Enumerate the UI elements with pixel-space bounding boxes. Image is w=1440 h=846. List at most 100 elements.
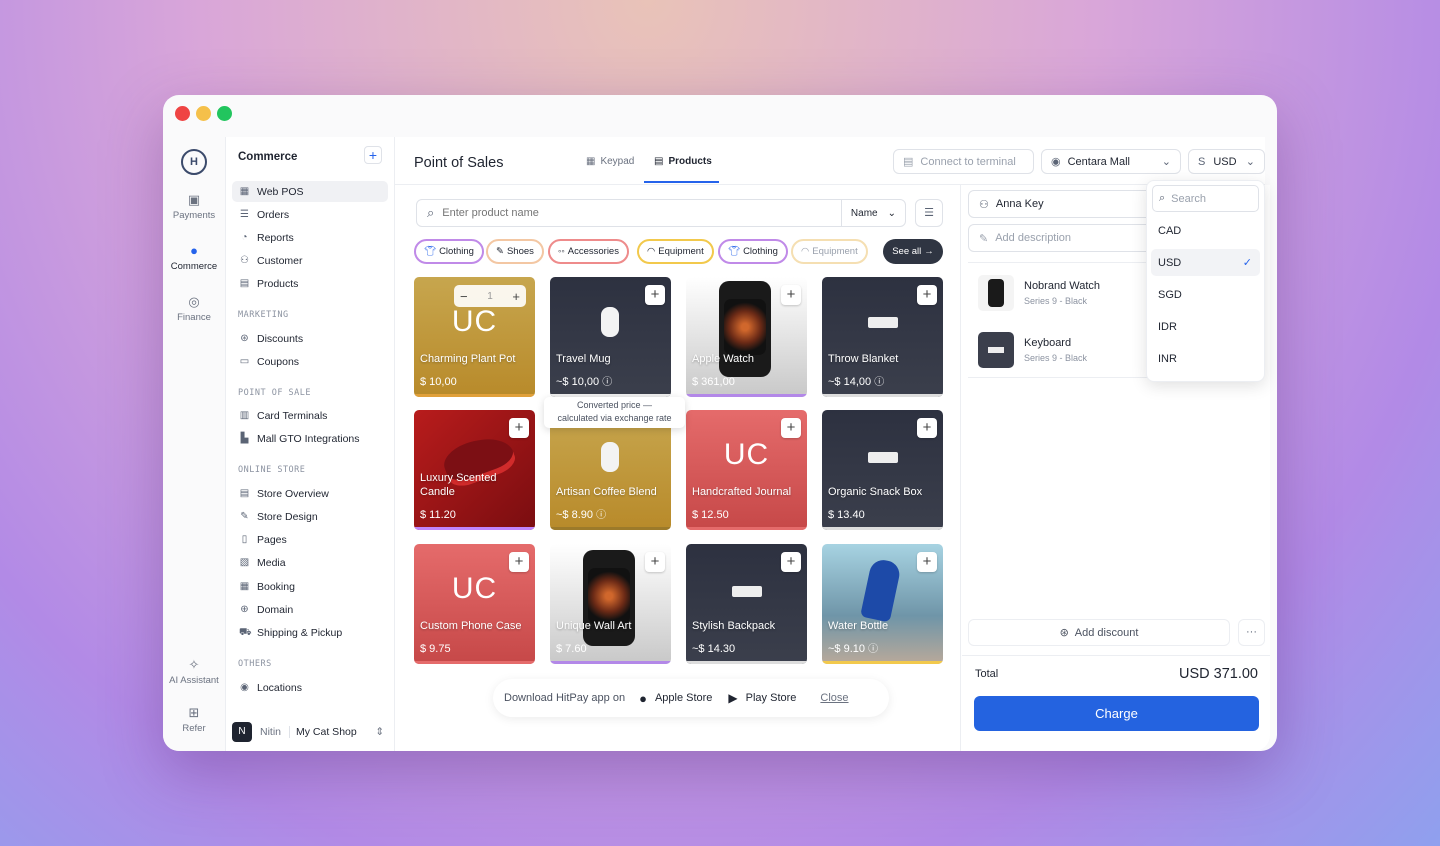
product-card[interactable]: + Apple Watch $ 361,00	[686, 277, 807, 397]
nav-label: Coupons	[257, 355, 300, 368]
product-card[interactable]: Artisan Coffee Blend ~$ 8.90 ⓘ	[550, 410, 671, 530]
location-select[interactable]: ◉ Centara Mall ⌄	[1041, 149, 1181, 174]
cart-line-item[interactable]: Nobrand Watch Series 9 - Black	[978, 275, 1100, 311]
add-discount-button[interactable]: ⊛ Add discount	[968, 619, 1230, 646]
nav-domain[interactable]: ⊕ Domain	[232, 599, 388, 620]
product-card[interactable]: + Water Bottle ~$ 9.10 ⓘ	[822, 544, 943, 664]
nav-products[interactable]: ▤ Products	[232, 273, 388, 294]
play-store-button[interactable]: ▶ Play Store	[728, 691, 796, 705]
product-card[interactable]: + Throw Blanket ~$ 14,00 ⓘ	[822, 277, 943, 397]
currency-option[interactable]: INR	[1151, 345, 1260, 372]
close-window-button[interactable]	[175, 106, 190, 121]
currency-option[interactable]: CAD	[1151, 217, 1260, 244]
product-card[interactable]: + Travel Mug ~$ 10,00 ⓘ	[550, 277, 671, 397]
nav-pages[interactable]: ▯ Pages	[232, 529, 388, 550]
search-input[interactable]	[442, 207, 841, 219]
product-card[interactable]: UC + Handcrafted Journal $ 12.50	[686, 410, 807, 530]
maximize-window-button[interactable]	[217, 106, 232, 121]
nav-card-terminals[interactable]: ▥ Card Terminals	[232, 405, 388, 426]
close-banner-link[interactable]: Close	[820, 692, 848, 704]
tab-keypad[interactable]: ▦ Keypad	[586, 156, 634, 167]
nav-store-overview[interactable]: ▤ Store Overview	[232, 483, 388, 504]
product-card[interactable]: + Organic Snack Box $ 13.40	[822, 410, 943, 530]
add-to-cart-button[interactable]: +	[781, 552, 801, 572]
charge-button[interactable]: Charge	[974, 696, 1259, 731]
location-label: Centara Mall	[1067, 155, 1130, 168]
nav-label: Booking	[257, 580, 295, 593]
more-options-button[interactable]: ···	[1238, 619, 1265, 646]
nav-label: Card Terminals	[257, 409, 328, 422]
rail-refer[interactable]: ⊞ Refer	[163, 706, 225, 735]
info-icon[interactable]: ⓘ	[868, 644, 878, 655]
nav-media[interactable]: ▧ Media	[232, 552, 388, 573]
apple-icon: ●	[639, 690, 647, 706]
add-to-cart-button[interactable]: +	[917, 418, 937, 438]
section-others: OTHERS	[238, 659, 272, 669]
plus-icon[interactable]: +	[512, 289, 520, 304]
quantity-stepper[interactable]: − 1 +	[454, 285, 526, 307]
product-card[interactable]: + Luxury Scented Candle $ 11.20	[414, 410, 535, 530]
add-button[interactable]: +	[364, 146, 382, 164]
category-chip[interactable]: ✎ Shoes	[486, 239, 544, 264]
category-chip[interactable]: ◦◦ Accessories	[548, 239, 629, 264]
placeholder-initials: UC	[723, 438, 770, 471]
nav-web-pos[interactable]: ▦ Web POS	[232, 181, 388, 202]
rail-payments[interactable]: ▣ Payments	[163, 193, 225, 222]
rail-ai-assistant[interactable]: ✧ AI Assistant	[163, 658, 225, 687]
nav-mall-gto[interactable]: ▙ Mall GTO Integrations	[232, 428, 388, 449]
add-to-cart-button[interactable]: +	[917, 285, 937, 305]
category-chip[interactable]: 👕︎ Clothing	[718, 239, 788, 264]
nav-booking[interactable]: ▦ Booking	[232, 576, 388, 597]
apple-store-button[interactable]: ● Apple Store	[639, 691, 712, 706]
add-to-cart-button[interactable]: +	[917, 552, 937, 572]
product-card[interactable]: UC + Custom Phone Case $ 9.75	[414, 544, 535, 664]
connect-terminal-button[interactable]: ▤ Connect to terminal	[893, 149, 1034, 174]
minimize-window-button[interactable]	[196, 106, 211, 121]
minus-icon[interactable]: −	[460, 289, 468, 304]
nav-shipping[interactable]: ⛟ Shipping & Pickup	[232, 622, 388, 643]
nav-locations[interactable]: ◉ Locations	[232, 677, 388, 698]
add-to-cart-button[interactable]: +	[781, 285, 801, 305]
product-card[interactable]: + Unique Wall Art $ 7.60	[550, 544, 671, 664]
nav-discounts[interactable]: ⊛ Discounts	[232, 328, 388, 349]
rail-finance[interactable]: ◎ Finance	[163, 295, 225, 324]
currency-select[interactable]: S USD ⌄	[1188, 149, 1265, 174]
discount-icon: ⊛	[1059, 627, 1069, 639]
add-to-cart-button[interactable]: +	[781, 418, 801, 438]
add-to-cart-button[interactable]: +	[509, 418, 529, 438]
app-logo[interactable]: H	[181, 149, 207, 175]
avatar: N	[232, 722, 252, 742]
add-to-cart-button[interactable]: +	[645, 552, 665, 572]
currency-option[interactable]: SGD	[1151, 281, 1260, 308]
nav-customer[interactable]: ⚇ Customer	[232, 250, 388, 271]
cart-line-item[interactable]: Keyboard Series 9 - Black	[978, 332, 1087, 368]
sort-select[interactable]: Name ⌄	[840, 200, 905, 226]
list-view-button[interactable]: ☰	[915, 199, 943, 227]
add-to-cart-button[interactable]: +	[509, 552, 529, 572]
product-card[interactable]: + Stylish Backpack ~$ 14.30	[686, 544, 807, 664]
category-chip[interactable]: 👕︎ Clothing	[414, 239, 484, 264]
reports-icon: ◔	[241, 232, 248, 243]
add-to-cart-button[interactable]: +	[645, 285, 665, 305]
info-icon[interactable]: ⓘ	[602, 377, 612, 388]
currency-dropdown: ⌕ Search CAD USD ✓ SGD IDR INR	[1146, 180, 1265, 382]
nav-orders[interactable]: ☰ Orders	[232, 204, 388, 225]
tab-products[interactable]: ▤ Products	[654, 156, 712, 167]
info-icon[interactable]: ⓘ	[596, 510, 606, 521]
info-icon[interactable]: ⓘ	[874, 377, 884, 388]
see-all-button[interactable]: See all →	[883, 239, 943, 264]
currency-option[interactable]: IDR	[1151, 313, 1260, 340]
category-chip[interactable]: ◠ Equipment	[791, 239, 868, 264]
quantity-value: 1	[487, 290, 493, 302]
category-chip[interactable]: ◠ Equipment	[637, 239, 714, 264]
nav-store-design[interactable]: ✎ Store Design	[232, 506, 388, 527]
list-icon: ☰	[924, 207, 934, 219]
currency-search[interactable]: ⌕ Search	[1152, 185, 1259, 212]
page-title: Point of Sales	[414, 155, 504, 171]
rail-commerce[interactable]: ● Commerce	[163, 244, 225, 273]
user-switcher[interactable]: N Nitin My Cat Shop ⇕	[232, 721, 388, 743]
nav-coupons[interactable]: ▭ Coupons	[232, 351, 388, 372]
nav-reports[interactable]: ◔ Reports	[232, 227, 388, 248]
product-card[interactable]: UC − 1 + Charming Plant Pot $ 10,00	[414, 277, 535, 397]
currency-option[interactable]: USD ✓	[1151, 249, 1260, 276]
